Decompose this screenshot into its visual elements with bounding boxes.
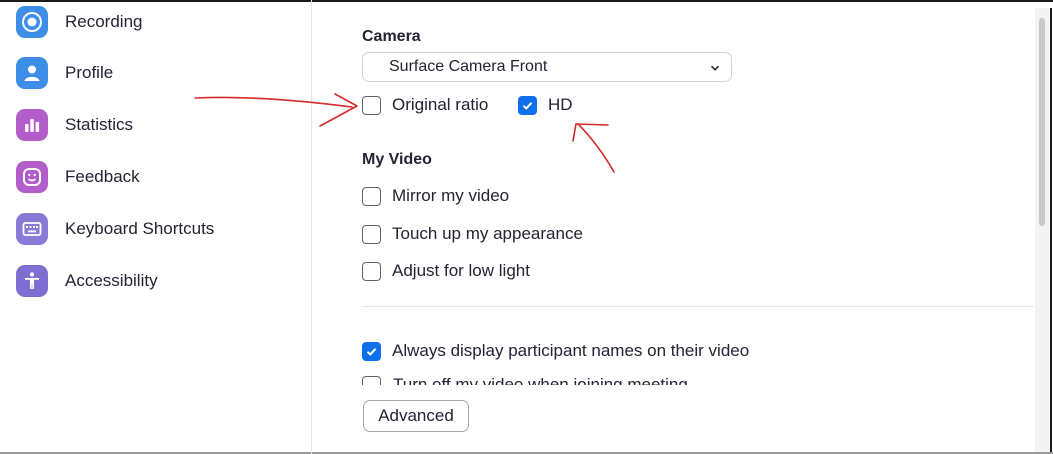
video-settings-panel: Camera Surface Camera Front Original rat… — [313, 0, 1035, 454]
sidebar-item-label: Recording — [65, 12, 143, 31]
sidebar-item-label: Keyboard Shortcuts — [65, 219, 215, 238]
section-divider — [362, 306, 1034, 307]
sidebar-item-keyboard-shortcuts[interactable]: Keyboard Shortcuts — [16, 212, 214, 246]
keyboard-icon — [16, 213, 48, 245]
profile-icon — [16, 57, 48, 89]
cut-off-label: Turn off my video when joining meeting — [393, 375, 688, 385]
sidebar-item-label: Feedback — [65, 167, 140, 186]
touch-up-label: Touch up my appearance — [392, 224, 583, 243]
recording-icon — [16, 6, 48, 38]
sidebar-item-label: Profile — [65, 63, 114, 82]
statistics-icon — [16, 109, 48, 141]
settings-sidebar: Recording Profile Statistics Feedback Ke… — [0, 0, 312, 454]
sidebar-item-statistics[interactable]: Statistics — [16, 108, 133, 142]
mirror-video-label: Mirror my video — [392, 186, 510, 205]
sidebar-item-accessibility[interactable]: Accessibility — [16, 264, 158, 298]
checkmark-icon — [522, 101, 533, 110]
camera-select-value: Surface Camera Front — [389, 58, 548, 75]
camera-select[interactable]: Surface Camera Front — [362, 52, 732, 82]
window-edge — [1050, 8, 1052, 452]
hd-option[interactable]: HD — [518, 95, 573, 115]
touch-up-option[interactable]: Touch up my appearance — [362, 224, 583, 244]
sidebar-item-label: Accessibility — [65, 271, 158, 290]
scrollbar-thumb[interactable] — [1039, 18, 1045, 226]
checkmark-icon — [366, 347, 377, 356]
cut-off-checkbox[interactable] — [362, 376, 381, 385]
sidebar-item-label: Statistics — [65, 115, 134, 134]
cut-off-option[interactable]: Turn off my video when joining meeting — [362, 373, 762, 385]
display-names-checkbox[interactable] — [362, 341, 381, 361]
sidebar-item-feedback[interactable]: Feedback — [16, 160, 140, 194]
low-light-checkbox[interactable] — [362, 261, 381, 281]
mirror-video-option[interactable]: Mirror my video — [362, 186, 509, 206]
sidebar-item-recording[interactable]: Recording — [16, 5, 143, 39]
my-video-section-title: My Video — [362, 151, 432, 168]
feedback-icon — [16, 161, 48, 193]
original-ratio-checkbox[interactable] — [362, 95, 381, 115]
low-light-option[interactable]: Adjust for low light — [362, 261, 530, 281]
advanced-button[interactable]: Advanced — [363, 400, 469, 432]
camera-section-title: Camera — [362, 28, 421, 45]
chevron-down-icon — [709, 61, 721, 79]
mirror-video-checkbox[interactable] — [362, 186, 381, 206]
original-ratio-option[interactable]: Original ratio — [362, 95, 488, 115]
touch-up-checkbox[interactable] — [362, 224, 381, 244]
low-light-label: Adjust for low light — [392, 261, 530, 280]
original-ratio-label: Original ratio — [392, 95, 489, 114]
display-names-label: Always display participant names on thei… — [392, 341, 750, 360]
sidebar-item-profile[interactable]: Profile — [16, 56, 113, 90]
hd-label: HD — [548, 95, 573, 114]
display-names-option[interactable]: Always display participant names on thei… — [362, 341, 749, 361]
accessibility-icon — [16, 265, 48, 297]
hd-checkbox[interactable] — [518, 95, 537, 115]
